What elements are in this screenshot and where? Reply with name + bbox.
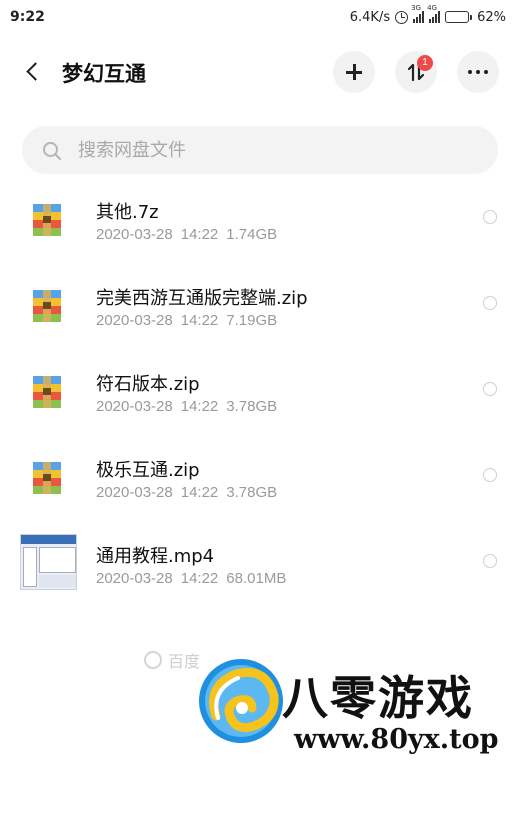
list-item[interactable]: 符石版本.zip 2020-03-28 14:22 3.78GB (0, 358, 518, 444)
transfer-button[interactable]: 1 (395, 51, 437, 93)
status-indicators: 6.4K/s 3G 4G 62% (349, 4, 506, 25)
file-time: 14:22 (180, 312, 219, 329)
add-button[interactable] (333, 51, 375, 93)
file-meta: 2020-03-28 14:22 1.74GB (96, 226, 285, 243)
signal-icon: 3G (411, 4, 425, 23)
app-header: 梦幻互通 1 (0, 44, 518, 100)
list-item[interactable]: 极乐互通.zip 2020-03-28 14:22 3.78GB (0, 444, 518, 530)
network-speed: 6.4K/s (349, 9, 391, 25)
search-input[interactable] (78, 126, 478, 174)
brand-emblem-icon (199, 659, 283, 743)
status-bar: 9:22 6.4K/s 3G 4G 62% (0, 0, 518, 34)
file-date: 2020-03-28 (96, 226, 173, 243)
select-radio[interactable] (483, 210, 497, 224)
archive-file-icon (33, 376, 61, 408)
page-title: 梦幻互通 (62, 62, 146, 86)
file-meta: 2020-03-28 14:22 7.19GB (96, 312, 285, 329)
select-radio[interactable] (483, 554, 497, 568)
more-dots-icon (468, 70, 488, 74)
signal-4g-label: 4G (427, 4, 437, 12)
file-time: 14:22 (180, 398, 219, 415)
list-item[interactable]: 完美西游互通版完整端.zip 2020-03-28 14:22 7.19GB (0, 272, 518, 358)
plus-icon (346, 64, 362, 80)
signal-icon: 4G (427, 4, 441, 23)
file-name: 通用教程.mp4 (96, 546, 215, 567)
signal-3g-label: 3G (411, 4, 421, 12)
status-time: 9:22 (10, 9, 45, 25)
brand-watermark: 八零游戏 www.80yx.top (196, 650, 510, 774)
file-meta: 2020-03-28 14:22 68.01MB (96, 570, 294, 587)
file-name: 完美西游互通版完整端.zip (96, 288, 308, 309)
archive-file-icon (33, 290, 61, 322)
select-radio[interactable] (483, 468, 497, 482)
brand-name: 八零游戏 (282, 671, 474, 725)
file-date: 2020-03-28 (96, 312, 173, 329)
battery-icon (445, 11, 473, 23)
list-item[interactable]: 通用教程.mp4 2020-03-28 14:22 68.01MB (0, 530, 518, 616)
file-name: 其他.7z (96, 202, 159, 223)
archive-file-icon (33, 204, 61, 236)
faint-watermark: 百度 (144, 648, 200, 672)
battery-percent: 62% (477, 9, 506, 25)
search-bar[interactable] (22, 126, 498, 174)
file-size: 7.19GB (226, 312, 278, 329)
file-date: 2020-03-28 (96, 484, 173, 501)
file-meta: 2020-03-28 14:22 3.78GB (96, 398, 285, 415)
brand-url: www.80yx.top (294, 724, 499, 755)
list-item[interactable]: 其他.7z 2020-03-28 14:22 1.74GB (0, 186, 518, 272)
alarm-icon (395, 10, 409, 24)
file-date: 2020-03-28 (96, 570, 173, 587)
file-time: 14:22 (180, 570, 219, 587)
file-name: 极乐互通.zip (96, 460, 200, 481)
file-time: 14:22 (180, 484, 219, 501)
notification-badge: 1 (417, 55, 433, 71)
file-size: 3.78GB (226, 484, 278, 501)
select-radio[interactable] (483, 296, 497, 310)
file-time: 14:22 (180, 226, 219, 243)
file-name: 符石版本.zip (96, 374, 200, 395)
file-meta: 2020-03-28 14:22 3.78GB (96, 484, 285, 501)
file-size: 68.01MB (226, 570, 287, 587)
file-size: 3.78GB (226, 398, 278, 415)
select-radio[interactable] (483, 382, 497, 396)
more-button[interactable] (457, 51, 499, 93)
video-thumbnail (20, 534, 77, 590)
archive-file-icon (33, 462, 61, 494)
search-icon (43, 142, 61, 160)
baidu-logo-icon (144, 651, 162, 669)
file-size: 1.74GB (226, 226, 278, 243)
file-date: 2020-03-28 (96, 398, 173, 415)
back-button[interactable] (22, 60, 46, 84)
